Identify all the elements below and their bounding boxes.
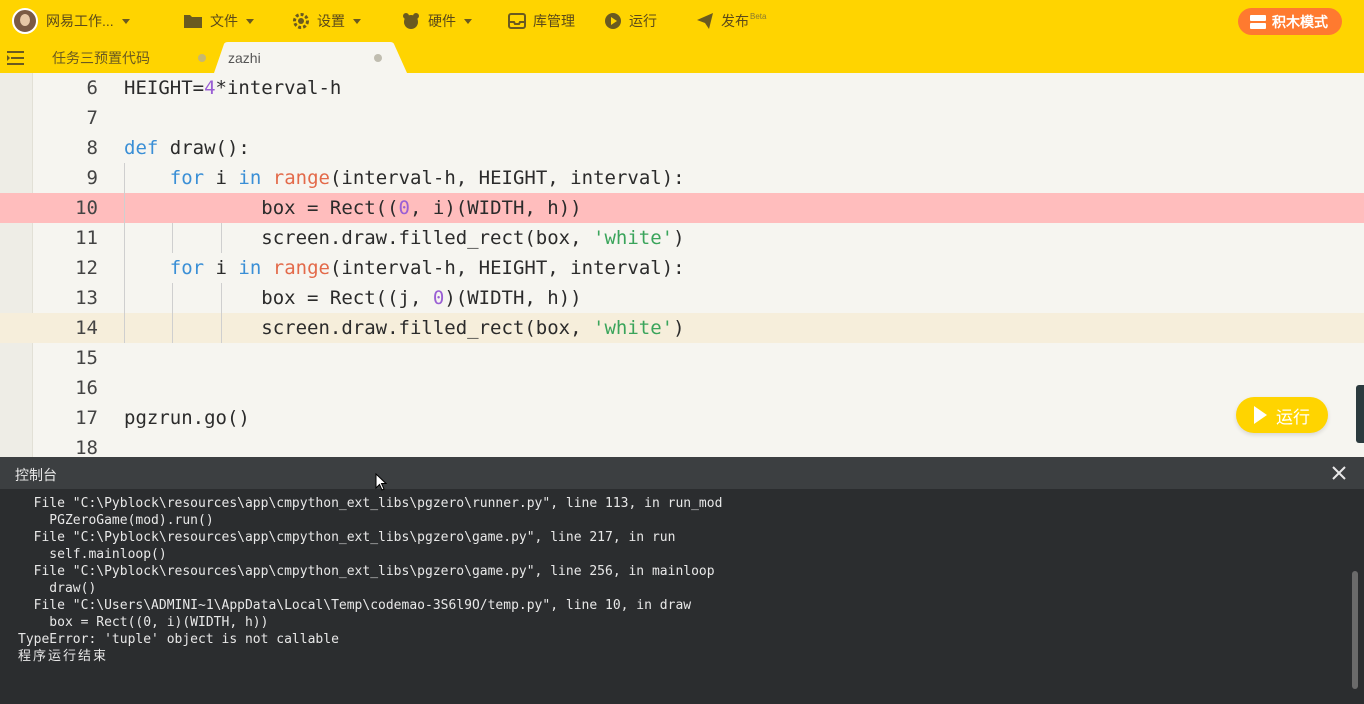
hardware-menu[interactable]: 硬件 [401, 0, 472, 42]
mouse-cursor-icon [375, 473, 387, 491]
line-number: 6 [86, 77, 98, 99]
top-toolbar: 网易工作... 文件 设置 硬件 库管理 运行 发布 Beta 积木模式 [0, 0, 1364, 42]
indent-guide [221, 283, 222, 343]
run-button-label: 运行 [1276, 407, 1310, 427]
chevron-down-icon [464, 18, 472, 24]
console-line: TypeError: 'tuple' object is not callabl… [18, 632, 339, 647]
indent-guide [172, 283, 173, 343]
code-text: box = Rect((0, i)(WIDTH, h)) [124, 197, 582, 219]
code-line-error[interactable]: 10 box = Rect((0, i)(WIDTH, h)) [0, 193, 1364, 223]
line-number: 18 [75, 437, 98, 457]
play-circle-icon [605, 13, 621, 29]
code-line-current[interactable]: 14 screen.draw.filled_rect(box, 'white') [0, 313, 1364, 343]
file-menu-label: 文件 [210, 13, 238, 29]
indent-guide [172, 223, 173, 253]
line-number: 17 [75, 407, 98, 429]
side-panel-handle[interactable] [1356, 385, 1364, 443]
tab-label: 任务三预置代码 [52, 49, 150, 66]
hardware-menu-label: 硬件 [428, 13, 456, 29]
indent-guide [124, 163, 125, 343]
line-number: 16 [75, 377, 98, 399]
line-number: 15 [75, 347, 98, 369]
tab-bar: 任务三预置代码 zazhi [0, 42, 1364, 73]
close-icon[interactable] [1332, 466, 1346, 480]
unsaved-dot-icon[interactable] [374, 54, 382, 62]
code-editor[interactable]: 6 HEIGHT=4*interval-h 7 8 def draw(): 9 … [0, 73, 1364, 457]
paper-plane-icon [697, 13, 713, 29]
console-line: File "C:\Pyblock\resources\app\cmpython_… [18, 564, 715, 579]
line-number: 13 [75, 287, 98, 309]
library-menu-label: 库管理 [533, 13, 575, 29]
code-text: screen.draw.filled_rect(box, 'white') [124, 227, 685, 249]
code-text: screen.draw.filled_rect(box, 'white') [124, 317, 685, 339]
code-line[interactable]: 9 for i in range(interval-h, HEIGHT, int… [0, 163, 1364, 193]
settings-menu[interactable]: 设置 [292, 0, 361, 42]
user-menu[interactable]: 网易工作... [12, 0, 130, 42]
folder-icon [184, 15, 202, 28]
code-text: box = Rect((j, 0)(WIDTH, h)) [124, 287, 582, 309]
console-line: PGZeroGame(mod).run() [18, 513, 214, 528]
library-menu[interactable]: 库管理 [508, 0, 575, 42]
tab-zazhi-label-wrap[interactable]: zazhi [228, 42, 388, 73]
line-number: 10 [75, 197, 98, 219]
chevron-down-icon [246, 18, 254, 24]
beta-badge: Beta [750, 11, 767, 21]
console-line: File "C:\Pyblock\resources\app\cmpython_… [18, 496, 723, 511]
publish-menu[interactable]: 发布 Beta [696, 0, 766, 42]
run-menu[interactable]: 运行 [604, 0, 657, 42]
code-line[interactable]: 18 [0, 433, 1364, 457]
code-line[interactable]: 8 def draw(): [0, 133, 1364, 163]
file-menu[interactable]: 文件 [183, 0, 254, 42]
console-line: draw() [18, 581, 97, 596]
line-number: 9 [86, 167, 98, 189]
publish-menu-label: 发布 [721, 13, 749, 29]
settings-menu-label: 设置 [317, 13, 345, 29]
code-line[interactable]: 15 [0, 343, 1364, 373]
console-line: box = Rect((0, i)(WIDTH, h)) [18, 615, 269, 630]
code-line[interactable]: 7 [0, 103, 1364, 133]
chevron-down-icon [353, 18, 361, 24]
code-line[interactable]: 12 for i in range(interval-h, HEIGHT, in… [0, 253, 1364, 283]
line-number: 14 [75, 317, 98, 339]
code-line[interactable]: 6 HEIGHT=4*interval-h [0, 73, 1364, 103]
user-name: 网易工作... [46, 13, 114, 29]
run-menu-label: 运行 [629, 13, 657, 29]
run-button[interactable]: 运行 [1236, 397, 1328, 433]
line-number: 12 [75, 257, 98, 279]
code-line[interactable]: 17 pgzrun.go() [0, 403, 1364, 433]
gear-icon [293, 13, 309, 29]
unsaved-dot-icon[interactable] [198, 54, 206, 62]
console-line: self.mainloop() [18, 547, 167, 562]
code-line[interactable]: 11 screen.draw.filled_rect(box, 'white') [0, 223, 1364, 253]
code-text: def draw(): [124, 137, 250, 159]
line-number: 7 [86, 107, 98, 129]
tab-task3-preset[interactable]: 任务三预置代码 [32, 42, 214, 73]
console-line: File "C:\Pyblock\resources\app\cmpython_… [18, 530, 676, 545]
console-line: File "C:\Users\ADMINI~1\AppData\Local\Te… [18, 598, 692, 613]
code-text: pgzrun.go() [124, 407, 250, 429]
code-text: HEIGHT=4*interval-h [124, 77, 342, 99]
code-line[interactable]: 13 box = Rect((j, 0)(WIDTH, h)) [0, 283, 1364, 313]
code-text: for i in range(interval-h, HEIGHT, inter… [169, 167, 685, 189]
blocks-icon [1250, 14, 1266, 29]
play-icon [1254, 406, 1267, 424]
console-line: 程序运行结束 [18, 649, 109, 664]
line-number: 11 [75, 227, 98, 249]
block-mode-button[interactable]: 积木模式 [1238, 8, 1342, 35]
chevron-down-icon [121, 18, 130, 24]
hardware-icon [403, 13, 419, 29]
console-header: 控制台 [0, 457, 1364, 489]
avatar [12, 8, 38, 34]
console-scrollbar[interactable] [1352, 571, 1358, 689]
tab-label: zazhi [228, 49, 261, 66]
inbox-icon [508, 13, 526, 29]
code-line[interactable]: 16 [0, 373, 1364, 403]
sidebar-toggle-icon[interactable] [7, 50, 25, 66]
code-text: for i in range(interval-h, HEIGHT, inter… [169, 257, 685, 279]
line-number: 8 [86, 137, 98, 159]
console-output[interactable]: File "C:\Pyblock\resources\app\cmpython_… [0, 489, 1364, 704]
block-mode-label: 积木模式 [1272, 13, 1328, 30]
console-title: 控制台 [15, 467, 57, 483]
indent-guide [221, 223, 222, 253]
